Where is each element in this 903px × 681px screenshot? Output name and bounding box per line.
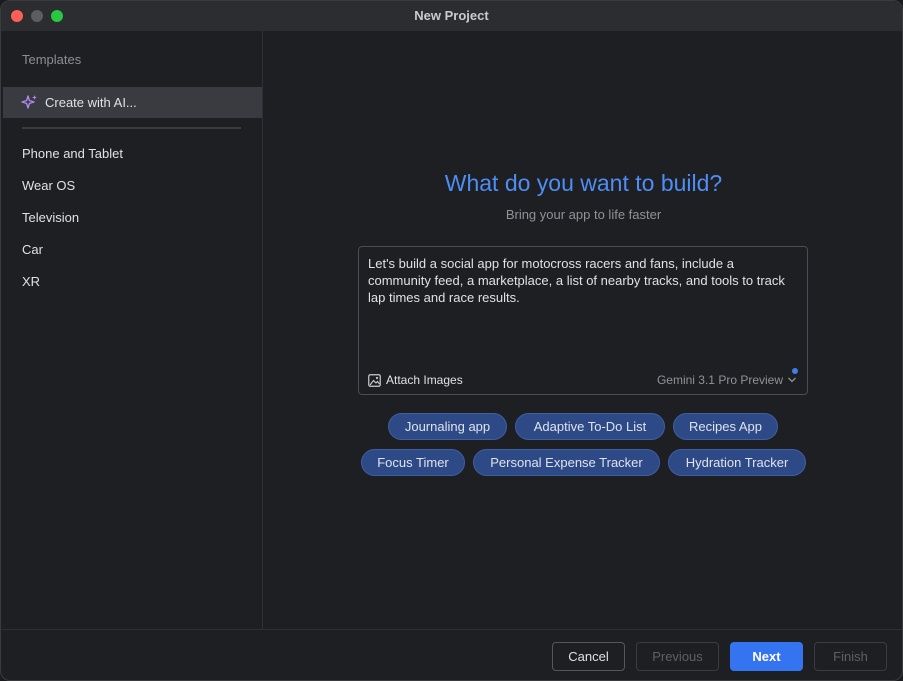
suggestion-chip-journaling-app[interactable]: Journaling app bbox=[388, 413, 507, 440]
title-bar: New Project bbox=[1, 1, 902, 31]
image-icon bbox=[368, 373, 381, 387]
finish-button[interactable]: Finish bbox=[814, 642, 887, 671]
sidebar-item-wear-os[interactable]: Wear OS bbox=[22, 176, 75, 196]
sidebar-item-car[interactable]: Car bbox=[22, 240, 43, 260]
sidebar-heading: Templates bbox=[22, 52, 82, 67]
suggestion-chip-focus-timer[interactable]: Focus Timer bbox=[361, 449, 465, 476]
dialog-footer: Cancel Previous Next Finish bbox=[1, 629, 902, 680]
window-title: New Project bbox=[414, 8, 489, 23]
next-button[interactable]: Next bbox=[730, 642, 803, 671]
prompt-input[interactable]: Let's build a social app for motocross r… bbox=[358, 246, 808, 395]
attach-images-button[interactable]: Attach Images bbox=[368, 373, 463, 387]
page-title: What do you want to build? bbox=[444, 170, 723, 196]
chevron-down-icon bbox=[788, 377, 796, 383]
suggestion-chip-recipes-app[interactable]: Recipes App bbox=[673, 413, 778, 440]
sidebar-item-create-with-ai[interactable]: Create with AI... bbox=[3, 87, 262, 118]
attach-images-label: Attach Images bbox=[386, 373, 463, 387]
sidebar-item-television[interactable]: Television bbox=[22, 208, 79, 228]
sparkle-icon bbox=[21, 95, 37, 109]
templates-sidebar: Templates Create with AI... Phone and Ta… bbox=[1, 31, 263, 629]
prompt-text[interactable]: Let's build a social app for motocross r… bbox=[368, 255, 793, 306]
suggestion-chip-adaptive-to-do-list[interactable]: Adaptive To-Do List bbox=[515, 413, 665, 440]
sidebar-item-label: Create with AI... bbox=[45, 95, 137, 110]
model-label: Gemini 3.1 Pro Preview bbox=[656, 373, 783, 387]
cancel-button[interactable]: Cancel bbox=[552, 642, 625, 671]
sidebar-item-phone-and-tablet[interactable]: Phone and Tablet bbox=[22, 144, 123, 164]
suggestion-chip-hydration-tracker[interactable]: Hydration Tracker bbox=[668, 449, 806, 476]
new-project-window: New Project Templates Create with AI... … bbox=[0, 0, 903, 681]
sidebar-item-xr[interactable]: XR bbox=[22, 272, 40, 292]
sidebar-divider bbox=[22, 127, 241, 129]
status-dot bbox=[792, 368, 798, 374]
previous-button[interactable]: Previous bbox=[636, 642, 719, 671]
suggestion-chip-personal-expense-tracker[interactable]: Personal Expense Tracker bbox=[473, 449, 660, 476]
page-subtitle: Bring your app to life faster bbox=[505, 207, 662, 222]
model-selector[interactable]: Gemini 3.1 Pro Preview bbox=[656, 368, 798, 387]
